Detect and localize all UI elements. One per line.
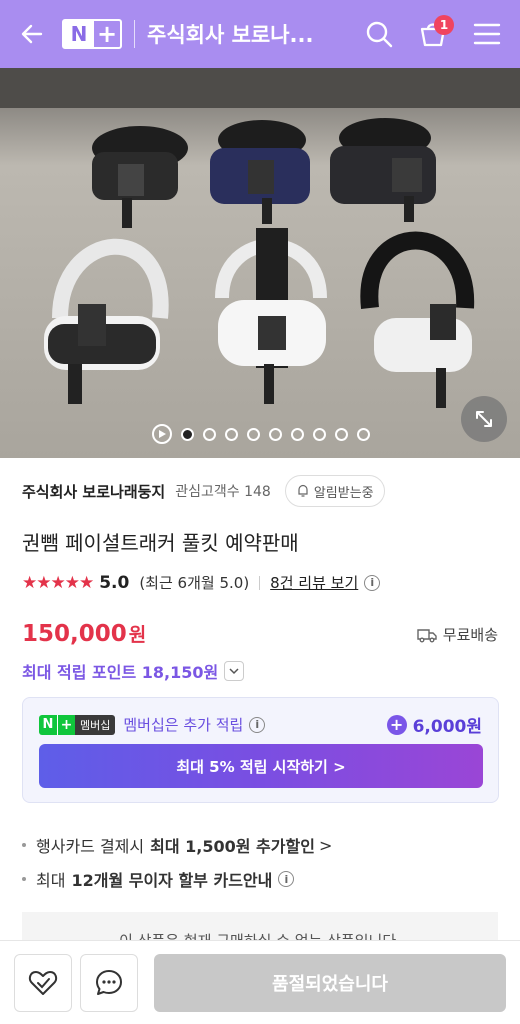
gallery-dot[interactable] — [313, 427, 326, 441]
membership-logo-plus: + — [57, 714, 75, 735]
gallery-dot[interactable] — [335, 427, 348, 441]
header-divider — [134, 20, 135, 48]
alarm-label: 알림받는중 — [313, 485, 374, 501]
plus-circle-icon: + — [386, 714, 407, 735]
expand-icon — [476, 411, 492, 427]
back-button[interactable] — [0, 0, 64, 68]
membership-logo-n: N — [39, 714, 57, 735]
shipping-info: 무료배송 — [417, 624, 498, 645]
bell-icon — [298, 484, 308, 497]
card-discount-item[interactable]: 행사카드 결제시 최대 1,500원 추가할인 > — [22, 830, 332, 860]
back-arrow-icon — [21, 24, 43, 44]
points-label: 최대 적립 포인트 18,150원 — [22, 663, 219, 682]
benefit-bold: 최대 1,500원 추가할인 — [150, 837, 315, 856]
installment-item[interactable]: 최대 12개월 무이자 할부 카드안내 i — [22, 864, 332, 894]
rating-score: 5.0 — [99, 572, 130, 593]
price-unit: 원 — [128, 624, 147, 646]
product-photo — [0, 68, 520, 458]
gallery-dot[interactable] — [203, 427, 216, 441]
play-icon — [159, 430, 166, 438]
naver-plus-logo[interactable]: N + — [62, 19, 122, 49]
product-image-gallery[interactable] — [0, 68, 520, 458]
membership-info-icon[interactable]: i — [249, 716, 266, 733]
autoplay-button[interactable] — [152, 424, 172, 444]
rating-row: ★★★★★ 5.0 (최근 6개월 5.0) 8건 리뷰 보기 i — [22, 572, 381, 593]
points-expand-button[interactable] — [224, 661, 245, 681]
bullet — [22, 843, 26, 847]
top-app-bar: N + 주식회사 보로나... 1 — [0, 0, 520, 68]
seller-row: 주식회사 보로나래둥지 관심고객수 148 알림받는중 — [22, 474, 498, 508]
bullet — [22, 877, 26, 881]
shipping-label: 무료배송 — [442, 626, 498, 644]
alarm-button[interactable]: 알림받는중 — [284, 475, 385, 507]
product-title: 권뺌 페이셜트래커 풀킷 예약판매 — [22, 531, 299, 555]
membership-box: N + 멤버십 멤버십은 추가 적립 i + 6,000원 최대 5% 적립 시… — [22, 697, 499, 803]
talk-button[interactable] — [80, 953, 138, 1012]
soldout-buy-button[interactable]: 품절되었습니다 — [154, 953, 506, 1012]
membership-row: N + 멤버십 멤버십은 추가 적립 i + 6,000원 — [39, 712, 482, 737]
price: 150,000 원 — [22, 620, 146, 647]
bottom-action-bar: 품절되었습니다 — [0, 940, 520, 1024]
membership-start-button[interactable]: 최대 5% 적립 시작하기 > — [39, 744, 483, 788]
points-row[interactable]: 최대 적립 포인트 18,150원 — [22, 659, 245, 683]
gallery-dot[interactable] — [269, 427, 282, 441]
membership-logo-text: 멤버십 — [75, 714, 116, 735]
seller-fav-count: 관심고객수 148 — [175, 484, 271, 500]
chat-bubble-icon — [96, 969, 122, 995]
cart-badge: 1 — [434, 15, 454, 35]
benefit-prefix: 최대 — [36, 871, 66, 890]
wishlist-button[interactable] — [14, 953, 72, 1012]
heart-check-icon — [28, 970, 58, 995]
chevron-right-icon: > — [318, 835, 333, 855]
logo-plus: + — [96, 20, 118, 48]
benefit-prefix: 행사카드 결제시 — [36, 837, 145, 856]
benefit-bold: 12개월 무이자 할부 카드안내 — [71, 871, 273, 890]
review-link[interactable]: 8건 리뷰 보기 — [270, 572, 358, 593]
expand-image-button[interactable] — [461, 396, 507, 442]
gallery-dot[interactable] — [181, 427, 194, 441]
rating-separator — [259, 575, 261, 590]
gallery-dot[interactable] — [247, 427, 260, 441]
hamburger-menu-icon — [473, 23, 501, 45]
recent-rating: (최근 6개월 5.0) — [139, 574, 250, 592]
seller-name[interactable]: 주식회사 보로나래둥지 — [22, 481, 165, 502]
membership-points-value: 6,000원 — [412, 717, 482, 737]
gallery-dot[interactable] — [291, 427, 304, 441]
rating-stars: ★★★★★ — [22, 572, 94, 593]
truck-icon — [417, 628, 437, 642]
review-info-icon[interactable]: i — [364, 574, 381, 591]
chevron-down-icon — [229, 668, 239, 675]
price-value: 150,000 — [22, 621, 127, 647]
search-button[interactable] — [352, 0, 406, 68]
cart-button[interactable]: 1 — [406, 0, 460, 68]
membership-points: + 6,000원 — [386, 712, 482, 737]
search-icon — [366, 21, 393, 48]
gallery-dot[interactable] — [225, 427, 238, 441]
installment-info-icon[interactable]: i — [278, 871, 295, 887]
logo-n: N — [64, 21, 94, 47]
gallery-dot[interactable] — [357, 427, 370, 441]
membership-text: 멤버십은 추가 적립 — [123, 716, 244, 734]
store-title[interactable]: 주식회사 보로나... — [147, 19, 352, 49]
gallery-pagination — [152, 424, 370, 444]
benefits-list: 행사카드 결제시 최대 1,500원 추가할인 > 최대 12개월 무이자 할부… — [22, 830, 332, 898]
membership-logo: N + 멤버십 — [39, 714, 116, 735]
menu-button[interactable] — [460, 0, 514, 68]
